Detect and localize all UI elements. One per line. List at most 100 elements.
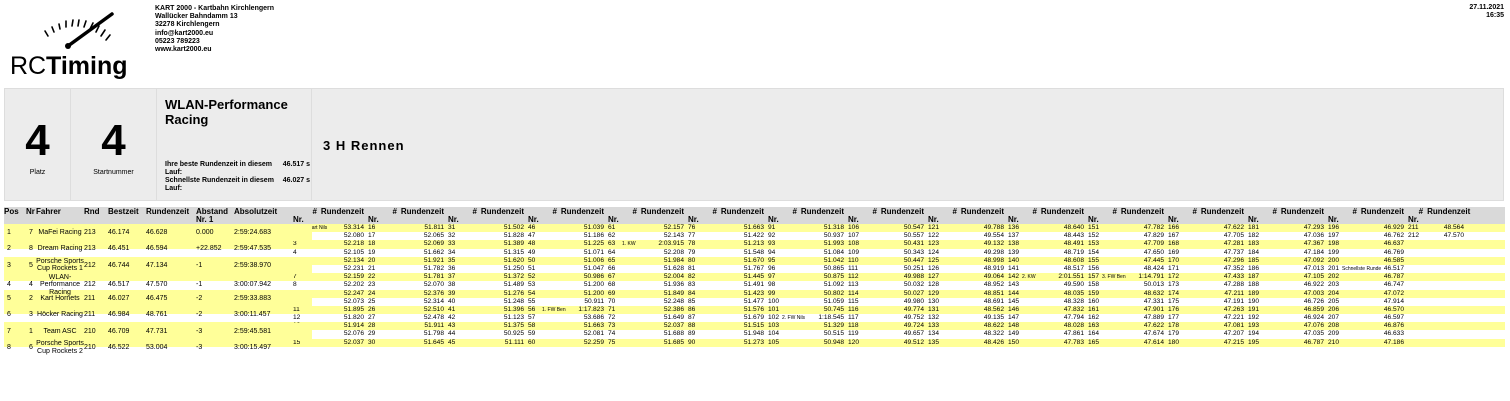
lap-note — [1340, 339, 1384, 347]
lap-note — [1260, 257, 1304, 265]
lap-cell: 126 48.919 — [928, 265, 1008, 273]
lap-time: 48.517 — [1063, 264, 1084, 272]
lap-cell: 34 51.315 — [448, 249, 528, 257]
lap-cell: 201 Schnellste Runde 46.517 — [1328, 265, 1408, 273]
lap-note — [1260, 281, 1304, 289]
lap-number: 135 — [928, 338, 940, 346]
lap-note — [940, 265, 984, 273]
lap-cell — [1408, 306, 1468, 314]
lap-number: 211 — [1408, 224, 1419, 231]
lap-number: 74 — [608, 330, 616, 338]
lap-number: 60 — [528, 338, 536, 346]
lap-cell: 93 51.993 — [768, 240, 848, 248]
lap-time: 51.006 — [583, 256, 604, 264]
lap-cell: 117 49.752 — [848, 314, 928, 322]
lap-note — [460, 322, 504, 330]
lap-cell: 58 51.663 — [528, 322, 608, 330]
lap-cell: 192 46.924 — [1248, 314, 1328, 322]
lap-time: 52.069 — [423, 240, 444, 248]
lap-time: 50.032 — [903, 281, 924, 289]
lap-number: 38 — [448, 281, 456, 289]
lap-cell: 173 47.288 — [1168, 281, 1248, 289]
lap-note — [700, 224, 744, 232]
lap-note — [940, 306, 984, 314]
header-5: Rundenzeit — [146, 207, 190, 216]
lap-cell: 73 52.037 — [608, 322, 688, 330]
lap-number: 119 — [848, 330, 859, 338]
lap-note — [620, 322, 664, 330]
lap-cell: 63 1. KW 2:03.915 — [608, 240, 688, 248]
lap-time: 52.208 — [663, 248, 684, 256]
club-email[interactable]: info@kart2000.eu — [155, 30, 375, 38]
lap-time: 46.517 — [1383, 264, 1404, 272]
standings-lap-time: 47.570 — [146, 281, 168, 288]
lap-time: 52.218 — [343, 240, 364, 248]
lap-number: 28 — [368, 322, 376, 330]
lap-note — [1340, 290, 1384, 298]
lap-number: 165 — [1088, 338, 1100, 346]
lap-time: 51.123 — [503, 314, 524, 322]
lap-cell: 116 49.774 — [848, 306, 928, 314]
header-spacer — [285, 207, 293, 224]
lap-note — [1340, 298, 1384, 306]
lap-cell: 111 50.251 — [848, 265, 928, 273]
lap-cell: 197 46.762 — [1328, 232, 1408, 240]
lap-note — [540, 314, 584, 322]
lap-cell: 87 51.679 — [688, 314, 768, 322]
standings-laps: 211 — [84, 311, 96, 318]
lap-cell: 140 48.608 — [1008, 257, 1088, 265]
lap-cell: 72 51.649 — [608, 314, 688, 322]
lap-cell: 181 47.293 — [1248, 224, 1328, 232]
lap-time: 46.787 — [1303, 338, 1324, 346]
lap-cell: 91 51.318 — [768, 224, 848, 232]
lap-number: 148 — [1008, 322, 1020, 330]
lap-cell: 145 48.328 — [1008, 298, 1088, 306]
lap-time: 51.248 — [503, 297, 524, 305]
lap-time: 52.076 — [343, 330, 364, 338]
lap-cell: 131 48.562 — [928, 306, 1008, 314]
lap-cell: 85 51.477 — [688, 298, 768, 306]
lap-cell: 142 2. KW 2:01.551 — [1008, 273, 1088, 281]
lap-note — [1340, 273, 1384, 281]
lap-cell: 81 51.767 — [688, 265, 768, 273]
lap-number: 142 — [1008, 273, 1020, 281]
lap-cell: 41 51.396 — [448, 306, 528, 314]
standings-nr: 4 — [29, 281, 33, 288]
lap-time: 51.213 — [743, 240, 764, 248]
lap-cell: 134 48.322 — [928, 330, 1008, 338]
lap-number: 78 — [688, 240, 696, 248]
standings-best-time: 46.451 — [108, 245, 130, 252]
lap-number: 195 — [1248, 338, 1260, 346]
lap-number: 17 — [368, 232, 376, 240]
lap-column-header: Nr. # Rundenzeit — [368, 207, 448, 224]
lap-number: 89 — [688, 330, 696, 338]
lap-number: 175 — [1168, 297, 1180, 305]
lap-number: 143 — [1008, 281, 1020, 289]
lap-note — [940, 257, 984, 265]
lap-number: 132 — [928, 314, 940, 322]
lap-number: 27 — [368, 314, 376, 322]
lap-note — [620, 339, 664, 347]
lap-number: 45 — [448, 338, 456, 346]
lap-time: 51.092 — [823, 281, 844, 289]
lap-number: 171 — [1168, 264, 1180, 272]
lap-number: 65 — [608, 256, 616, 264]
lap-cell: 78 51.213 — [688, 240, 768, 248]
lap-cell: 172 47.433 — [1168, 273, 1248, 281]
lap-number: 63 — [608, 240, 616, 248]
standings-nr: 7 — [29, 228, 33, 236]
lap-note — [380, 273, 424, 281]
lap-number: 94 — [768, 248, 776, 256]
lap-cell: 180 47.215 — [1168, 339, 1248, 347]
lap-note — [940, 281, 984, 289]
lap-time: 52.248 — [663, 297, 684, 305]
lap-time: 47.215 — [1223, 338, 1244, 346]
club-website[interactable]: www.kart2000.eu — [155, 46, 375, 54]
lap-note — [620, 273, 664, 281]
lap-cell: 146 47.832 — [1008, 306, 1088, 314]
lap-number: 64 — [608, 248, 616, 256]
lap-time: 47.081 — [1223, 322, 1244, 330]
standings-pos: 6 — [7, 311, 11, 318]
lap-number: 129 — [928, 289, 940, 297]
lap-number: 79 — [688, 248, 696, 256]
